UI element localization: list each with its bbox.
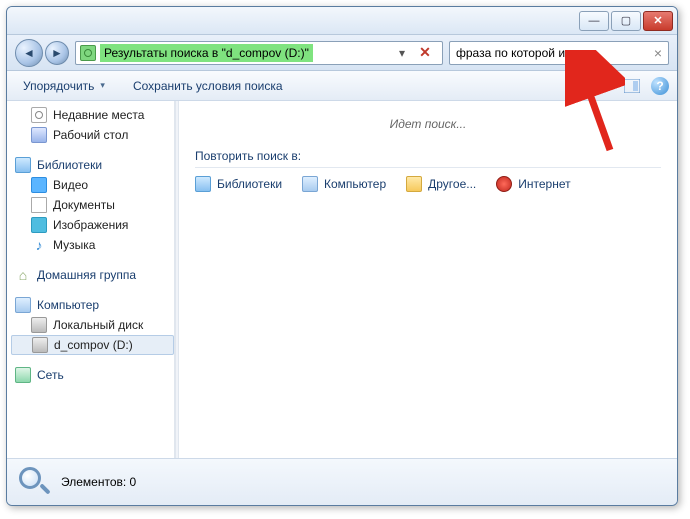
search-box[interactable]: × xyxy=(449,41,669,65)
sidebar-homegroup-head[interactable]: ⌂ Домашняя группа xyxy=(11,265,174,285)
maximize-button[interactable]: ▢ xyxy=(611,11,641,31)
libraries-icon xyxy=(195,176,211,192)
sidebar-item-desktop[interactable]: Рабочий стол xyxy=(11,125,174,145)
scope-internet[interactable]: Интернет xyxy=(496,176,570,192)
clear-search-icon[interactable]: × xyxy=(652,45,664,61)
search-scopes: Библиотеки Компьютер Другое... Интернет xyxy=(195,176,661,192)
title-bar: — ▢ ✕ xyxy=(7,7,677,35)
scope-computer[interactable]: Компьютер xyxy=(302,176,386,192)
magnifier-icon xyxy=(17,465,51,499)
disk-icon xyxy=(32,337,48,353)
scope-label: Библиотеки xyxy=(217,177,282,191)
command-bar: Упорядочить Сохранить условия поиска ? xyxy=(7,71,677,101)
sidebar-label: Изображения xyxy=(53,218,128,232)
scope-libraries[interactable]: Библиотеки xyxy=(195,176,282,192)
content-pane: Идет поиск... Повторить поиск в: Библиот… xyxy=(179,101,677,458)
sidebar-item-video[interactable]: Видео xyxy=(11,175,174,195)
sidebar-libraries-head[interactable]: Библиотеки xyxy=(11,155,174,175)
minimize-button[interactable]: — xyxy=(579,11,609,31)
address-bar[interactable]: Результаты поиска в "d_compov (D:)" ▾ ✕ xyxy=(75,41,443,65)
close-button[interactable]: ✕ xyxy=(643,11,673,31)
libraries-icon xyxy=(15,157,31,173)
sidebar-label: Видео xyxy=(53,178,88,192)
help-icon[interactable]: ? xyxy=(651,77,669,95)
back-button[interactable]: ◄ xyxy=(15,39,43,67)
preview-pane-icon[interactable] xyxy=(623,77,641,95)
body-area: Недавние места Рабочий стол Библиотеки В… xyxy=(7,101,677,459)
status-bar: Элементов: 0 xyxy=(7,459,677,505)
navigation-row: ◄ ► Результаты поиска в "d_compov (D:)" … xyxy=(7,35,677,71)
sidebar-label: d_compov (D:) xyxy=(54,338,133,352)
search-status: Идет поиск... xyxy=(195,117,661,131)
organize-button[interactable]: Упорядочить xyxy=(15,75,113,97)
video-icon xyxy=(31,177,47,193)
sidebar-label: Музыка xyxy=(53,238,95,252)
sidebar-item-pictures[interactable]: Изображения xyxy=(11,215,174,235)
computer-icon xyxy=(302,176,318,192)
sidebar-label: Недавние места xyxy=(53,108,144,122)
sidebar-item-local-disk[interactable]: Локальный диск xyxy=(11,315,174,335)
repeat-search-heading: Повторить поиск в: xyxy=(195,149,661,168)
address-text: Результаты поиска в "d_compov (D:)" xyxy=(100,44,313,62)
pictures-icon xyxy=(31,217,47,233)
homegroup-icon: ⌂ xyxy=(15,267,31,283)
search-input[interactable] xyxy=(454,45,652,61)
status-elements-count: Элементов: 0 xyxy=(61,475,136,489)
scope-label: Компьютер xyxy=(324,177,386,191)
save-search-button[interactable]: Сохранить условия поиска xyxy=(125,75,291,97)
sidebar-label: Компьютер xyxy=(37,298,99,312)
sidebar-label: Библиотеки xyxy=(37,158,102,172)
search-location-icon xyxy=(80,45,96,61)
sidebar-label: Локальный диск xyxy=(53,318,143,332)
explorer-window: — ▢ ✕ ◄ ► Результаты поиска в "d_compov … xyxy=(6,6,678,506)
sidebar-computer-head[interactable]: Компьютер xyxy=(11,295,174,315)
sidebar-label: Сеть xyxy=(37,368,64,382)
view-options-icon[interactable] xyxy=(595,77,613,95)
desktop-icon xyxy=(31,127,47,143)
scope-label: Интернет xyxy=(518,177,570,191)
sidebar-item-documents[interactable]: Документы xyxy=(11,195,174,215)
navigation-pane[interactable]: Недавние места Рабочий стол Библиотеки В… xyxy=(7,101,175,458)
sidebar-network-head[interactable]: Сеть xyxy=(11,365,174,385)
scope-custom[interactable]: Другое... xyxy=(406,176,476,192)
documents-icon xyxy=(31,197,47,213)
music-icon: ♪ xyxy=(31,237,47,253)
sidebar-label: Домашняя группа xyxy=(37,268,136,282)
address-dropdown-icon[interactable]: ▾ xyxy=(394,42,410,64)
sidebar-item-recent[interactable]: Недавние места xyxy=(11,105,174,125)
disk-icon xyxy=(31,317,47,333)
folder-icon xyxy=(406,176,422,192)
stop-refresh-button[interactable]: ✕ xyxy=(414,42,436,64)
computer-icon xyxy=(15,297,31,313)
forward-button[interactable]: ► xyxy=(45,41,69,65)
sidebar-label: Документы xyxy=(53,198,115,212)
recent-icon xyxy=(31,107,47,123)
sidebar-label: Рабочий стол xyxy=(53,128,128,142)
sidebar-item-d-drive[interactable]: d_compov (D:) xyxy=(11,335,174,355)
opera-icon xyxy=(496,176,512,192)
scope-label: Другое... xyxy=(428,177,476,191)
sidebar-item-music[interactable]: ♪ Музыка xyxy=(11,235,174,255)
network-icon xyxy=(15,367,31,383)
